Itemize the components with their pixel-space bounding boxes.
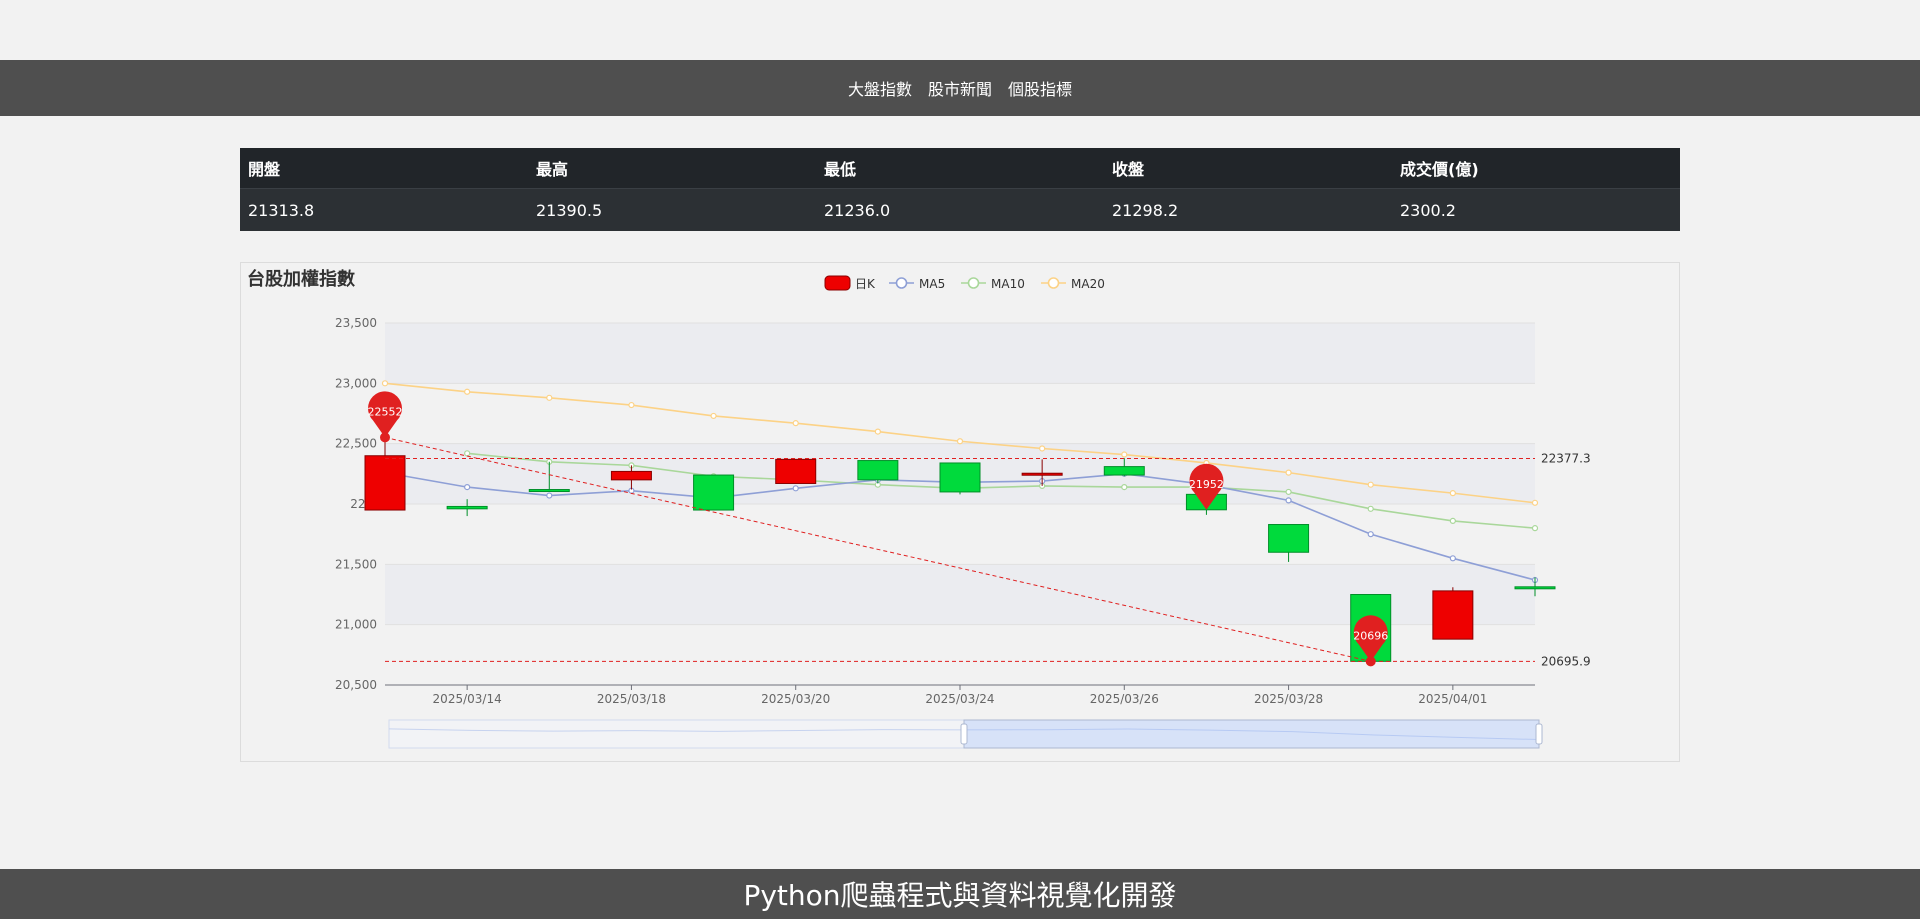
ma5-point — [1367, 531, 1374, 538]
chart-panel: 台股加權指數 20,500 21,000 21,500 22,0 22,500 23,00… — [240, 262, 1680, 762]
candle-body — [1103, 466, 1145, 476]
ma20-point — [710, 412, 717, 420]
nav-stock-news[interactable]: 股市新聞 — [928, 76, 992, 100]
ma20-point — [1121, 451, 1128, 458]
y-split-band — [385, 383, 1535, 444]
ma5-point — [546, 492, 553, 499]
ma20-point — [792, 420, 799, 427]
legend-icon-point — [895, 277, 908, 289]
ma20-point — [1367, 481, 1374, 488]
stats-header-volume: 成交價(億) — [1392, 148, 1680, 189]
legend-label: MA5 — [919, 277, 945, 291]
navbar: 大盤指數 股市新聞 個股指標 — [0, 60, 1920, 116]
ma5-point — [464, 484, 471, 491]
legend-label: 日K — [855, 277, 876, 291]
x-tick-label: 2025/03/18 — [597, 692, 666, 706]
candle-body — [939, 462, 981, 493]
stats-value-close: 21298.2 — [1104, 188, 1392, 231]
ma10-point — [1531, 525, 1539, 532]
candle-body — [1268, 524, 1310, 553]
ma5-point — [1285, 497, 1292, 504]
datazoom-selection[interactable] — [963, 719, 1540, 749]
y-split-band — [385, 504, 1535, 565]
x-tick-label: 2025/03/26 — [1090, 692, 1159, 706]
legend-label: MA20 — [1071, 277, 1105, 291]
candle-body — [775, 458, 817, 484]
legend-icon-candle — [824, 275, 851, 291]
y-tick-label: 20,500 — [335, 678, 377, 692]
markpoint-label: 22552 — [368, 405, 403, 418]
stats-header-high: 最高 — [528, 148, 816, 189]
index-stats-table: 開盤 最高 最低 收盤 成交價(億) 21313.8 21390.5 21236… — [240, 148, 1680, 231]
ma10-point — [464, 450, 471, 457]
candle-body — [610, 470, 652, 481]
ma5-point — [792, 485, 799, 492]
y-tick-label: 21,000 — [335, 618, 377, 632]
ma5-point — [1449, 555, 1456, 562]
markline-label: 22377.3 — [1541, 451, 1591, 465]
ma20-point — [1285, 469, 1292, 476]
stats-value-low: 21236.0 — [816, 188, 1104, 231]
y-tick-label: 22,500 — [335, 437, 377, 451]
ma20-point — [546, 394, 553, 401]
stats-header-close: 收盤 — [1104, 148, 1392, 189]
nav-market-index[interactable]: 大盤指數 — [848, 76, 912, 100]
ma10-point — [1449, 517, 1456, 524]
y-split-band — [385, 323, 1535, 384]
x-tick-label: 2025/03/20 — [761, 692, 830, 706]
ma20-point — [464, 388, 471, 395]
stats-value-row: 21313.8 21390.5 21236.0 21298.2 2300.2 — [240, 188, 1680, 231]
candle-body — [446, 505, 488, 510]
stats-header-row: 開盤 最高 最低 收盤 成交價(億) — [240, 148, 1680, 189]
x-tick-label: 2025/03/14 — [433, 692, 502, 706]
candle-body — [1514, 586, 1556, 590]
y-tick-label: 23,000 — [335, 376, 377, 390]
markpoint-label: 20696 — [1353, 629, 1388, 642]
ma20-point — [956, 438, 964, 445]
datazoom-handle[interactable] — [1535, 723, 1543, 745]
stats-header-open: 開盤 — [240, 148, 528, 189]
ma20-point — [874, 428, 881, 435]
legend-label: MA10 — [991, 277, 1025, 291]
ma20-point — [381, 380, 389, 387]
stats-value-volume: 2300.2 — [1392, 188, 1680, 231]
ma20-point — [1531, 499, 1539, 506]
stats-header-low: 最低 — [816, 148, 1104, 189]
markpoint-label: 21952 — [1189, 478, 1224, 491]
stats-value-open: 21313.8 — [240, 188, 528, 231]
nav-stock-indicators[interactable]: 個股指標 — [1008, 76, 1072, 100]
y-tick-label: 21,500 — [335, 557, 377, 571]
ma20-point — [628, 401, 635, 409]
markline-label: 20695.9 — [1541, 654, 1591, 668]
x-tick-label: 2025/03/28 — [1254, 692, 1323, 706]
legend-icon-point — [967, 277, 980, 289]
ma20-point — [1449, 490, 1456, 497]
candle-body — [364, 455, 406, 511]
candlestick-chart[interactable]: 20,50021,00021,50022,022,50023,00023,500… — [241, 263, 1679, 761]
candle-body — [693, 474, 735, 511]
ma20-point — [1039, 445, 1046, 452]
stats-value-high: 21390.5 — [528, 188, 816, 231]
candle-body — [1021, 472, 1063, 476]
y-tick-label: 23,500 — [335, 316, 377, 330]
candle-body — [528, 489, 570, 493]
candle-body — [1432, 590, 1474, 640]
legend-icon-point — [1047, 277, 1060, 289]
ma10-point — [1121, 484, 1128, 491]
x-tick-label: 2025/03/24 — [925, 692, 994, 706]
datazoom-handle[interactable] — [960, 723, 968, 745]
footer-title: Python爬蟲程式與資料視覺化開發 — [0, 869, 1920, 919]
x-tick-label: 2025/04/01 — [1418, 692, 1487, 706]
candle-body — [857, 460, 899, 481]
ma10-point — [1367, 505, 1374, 512]
ma10-point — [1285, 488, 1292, 496]
